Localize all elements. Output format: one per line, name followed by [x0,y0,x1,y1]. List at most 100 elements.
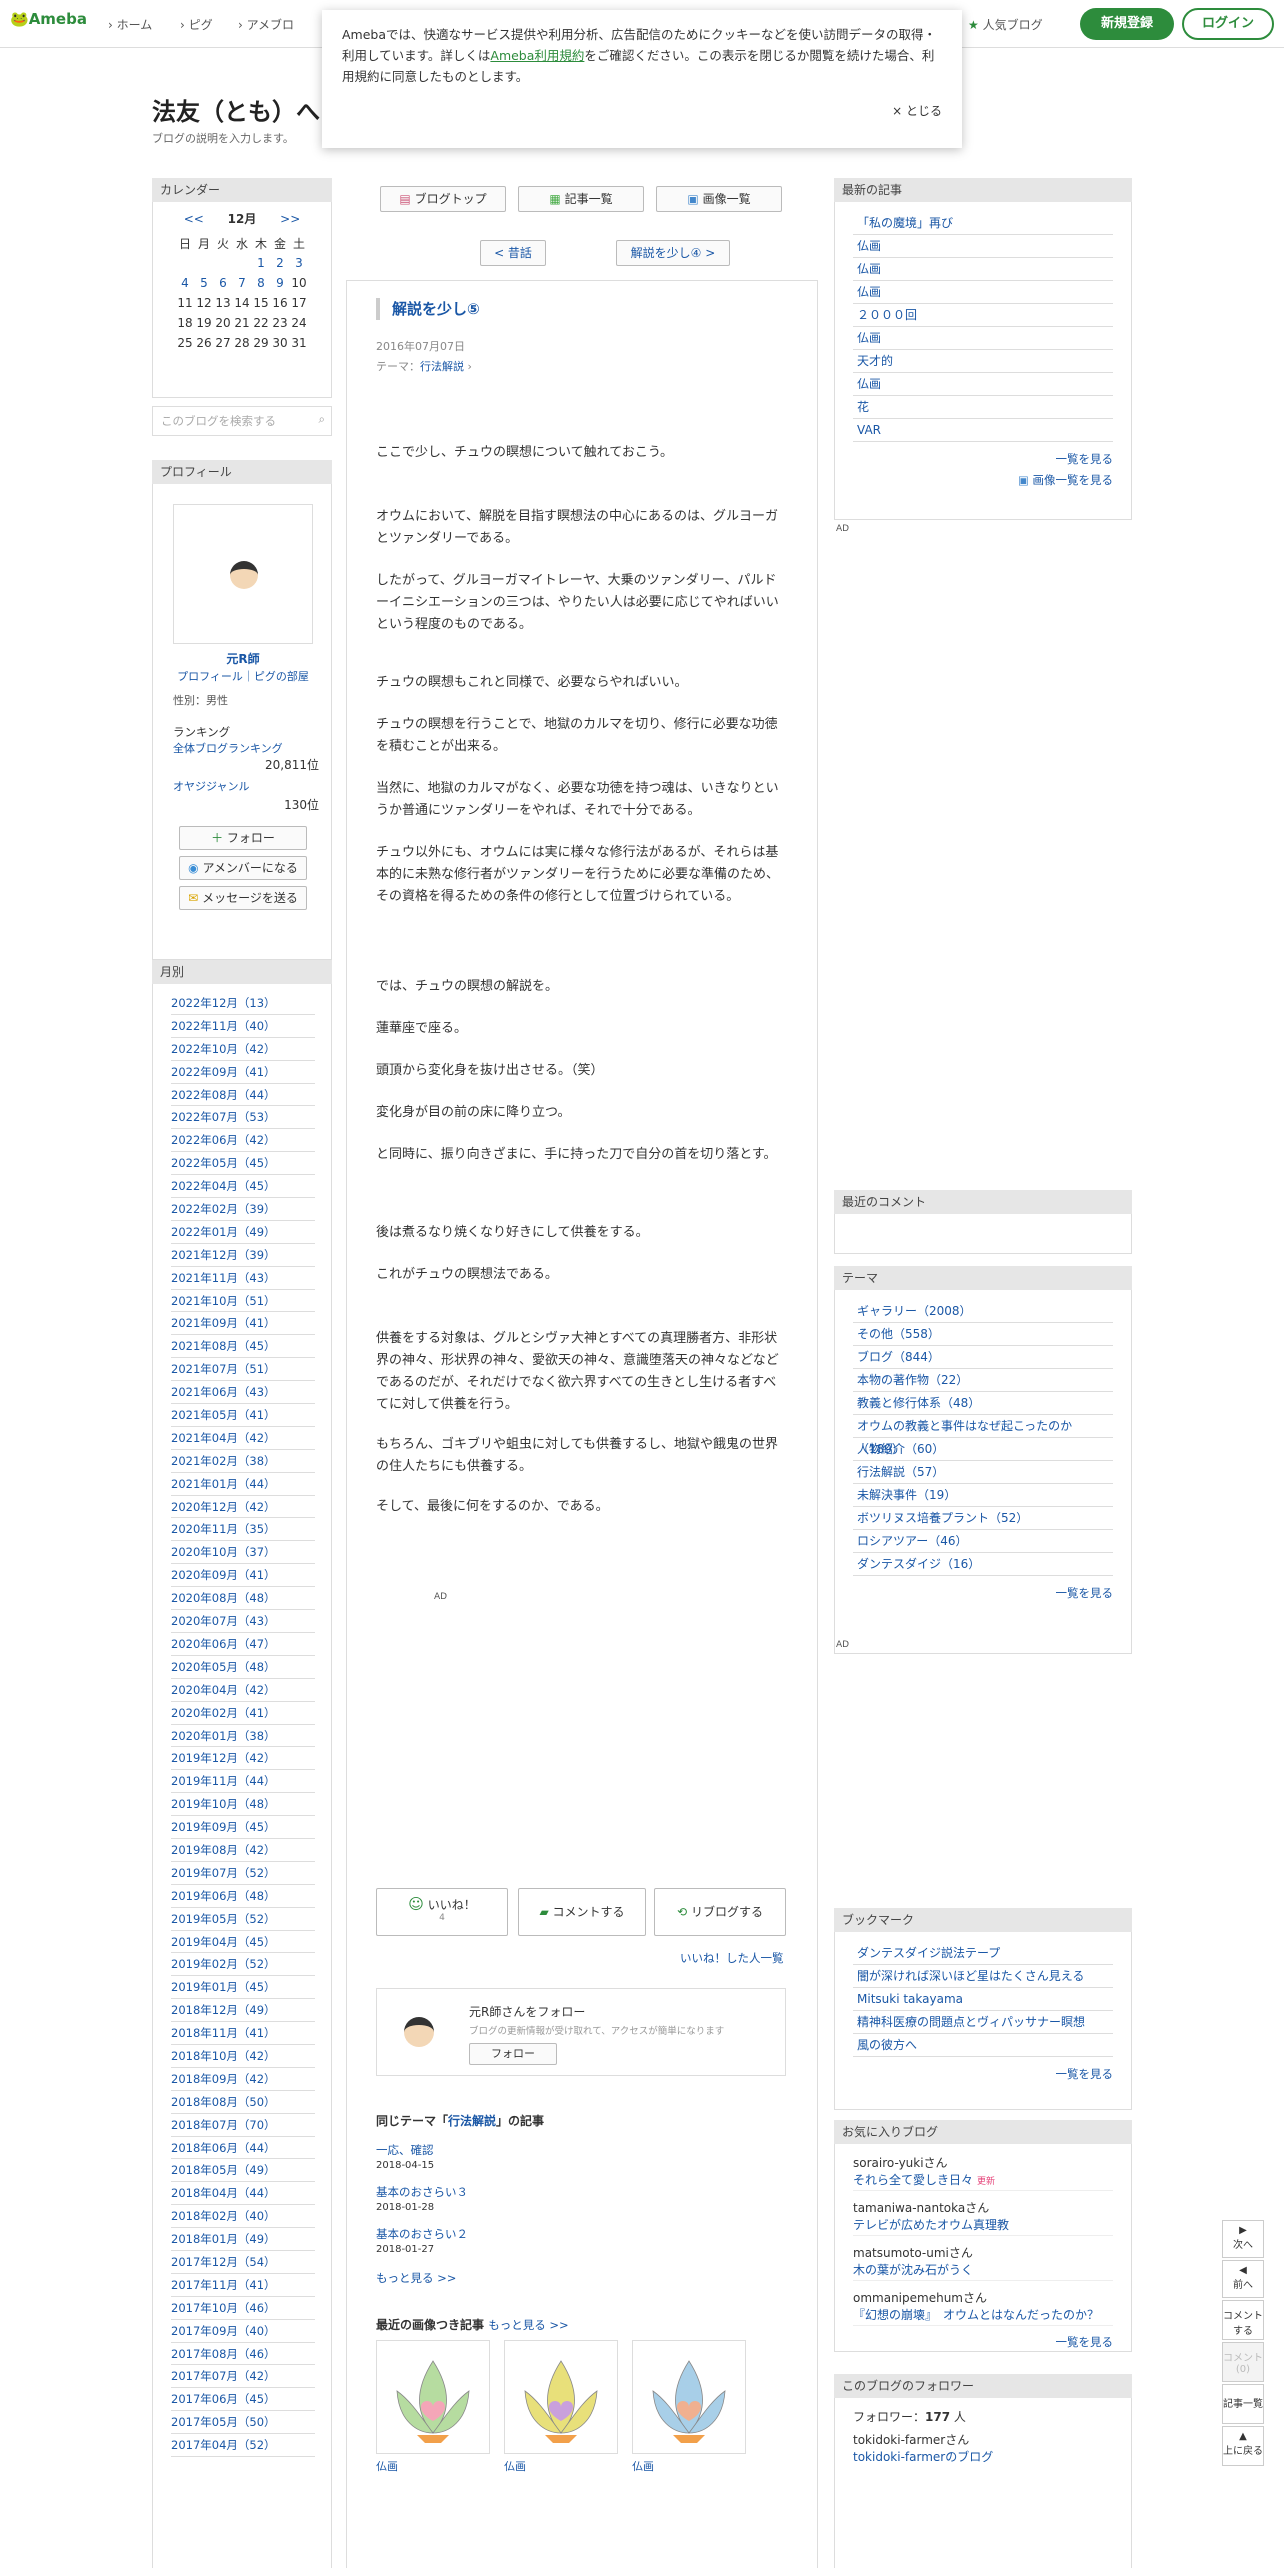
same-theme-article[interactable]: 一応、確認 [376,2142,434,2158]
nav-popular-blog[interactable]: ★ 人気ブログ [968,16,1043,33]
themes-item[interactable]: ブログ（844） [853,1346,1113,1369]
bookmarks-item[interactable]: ダンテスダイジ説法テープ [853,1942,1113,1965]
register-button[interactable]: 新規登録 [1080,8,1174,40]
recent-item[interactable]: ２０００回 [853,304,1113,327]
themes-item[interactable]: ボツリヌス培養プラント（52） [853,1507,1113,1530]
amember-button[interactable]: ◉ アメンバーになる [179,856,307,880]
month-archive-link[interactable]: 2019年12月（42） [171,1747,315,1771]
month-archive-link[interactable]: 2022年07月（53） [171,1106,315,1130]
recent-image-label[interactable]: 仏画 [504,2458,526,2474]
month-archive-link[interactable]: 2021年11月（43） [171,1267,315,1290]
month-archive-link[interactable]: 2017年09月（40） [171,2320,315,2343]
month-archive-link[interactable]: 2021年04月（42） [171,1427,315,1450]
themes-item[interactable]: 本物の著作物（22） [853,1369,1113,1392]
bookmarks-item[interactable]: 風の彼方へ [853,2034,1113,2057]
themes-item[interactable]: 人物紹介（60） [853,1438,1113,1461]
recent-item[interactable]: 仏画 [853,373,1113,396]
fav-blog-link[interactable]: それら全て愛しき日々 [853,2173,973,2187]
month-archive-link[interactable]: 2022年08月（44） [171,1084,315,1107]
same-theme-article[interactable]: 基本のおさらい２ [376,2226,468,2242]
same-theme-link[interactable]: 行法解説 [448,2114,496,2128]
themes-item[interactable]: 教義と修行体系（48） [853,1392,1113,1415]
profile-avatar[interactable] [173,504,313,644]
month-archive-link[interactable]: 2017年10月（46） [171,2297,315,2320]
month-archive-link[interactable]: 2022年04月（45） [171,1175,315,1199]
month-archive-link[interactable]: 2022年09月（41） [171,1061,315,1084]
search-icon[interactable]: ⌕ [319,412,325,427]
calendar-prev[interactable]: << [184,212,204,226]
themes-item[interactable]: 未解決事件（19） [853,1484,1113,1507]
themes-item[interactable]: その他（558） [853,1323,1113,1346]
month-archive-link[interactable]: 2018年04月（44） [171,2182,315,2206]
month-archive-link[interactable]: 2022年01月（49） [171,1221,315,1244]
month-archive-link[interactable]: 2018年08月（50） [171,2091,315,2114]
calendar-day[interactable]: 8 [257,276,265,290]
same-theme-article[interactable]: 基本のおさらい３ [376,2184,468,2200]
recent-image-label[interactable]: 仏画 [632,2458,654,2474]
month-archive-link[interactable]: 2021年09月（41） [171,1312,315,1336]
month-archive-link[interactable]: 2022年11月（40） [171,1015,315,1038]
month-archive-link[interactable]: 2019年08月（42） [171,1839,315,1862]
follower-blog-link[interactable]: tokidoki-farmerのブログ [853,2450,993,2464]
month-archive-link[interactable]: 2018年11月（41） [171,2022,315,2045]
recent-item[interactable]: 仏画 [853,235,1113,258]
message-button[interactable]: ✉ メッセージを送る [179,886,307,910]
article-list-button[interactable]: ▦ 記事一覧 [518,186,644,212]
recent-item[interactable]: 仏画 [853,258,1113,281]
login-button[interactable]: ログイン [1182,8,1274,40]
month-archive-link[interactable]: 2018年02月（40） [171,2205,315,2229]
same-theme-more[interactable]: もっと見る >> [376,2270,456,2286]
nav-pigg[interactable]: › ピグ [180,16,213,33]
month-archive-link[interactable]: 2020年09月（41） [171,1564,315,1588]
month-archive-link[interactable]: 2022年06月（42） [171,1129,315,1153]
themes-more-link[interactable]: 一覧を見る [853,1582,1114,1605]
comment-button[interactable]: ▰ コメントする [518,1888,646,1936]
month-archive-link[interactable]: 2022年12月（13） [171,992,315,1015]
fav-blog-link[interactable]: 『幻想の崩壊』 オウムとはなんだったのか？ [853,2308,1099,2322]
themes-item[interactable]: ダンテスダイジ（16） [853,1553,1113,1576]
month-archive-link[interactable]: 2019年11月（44） [171,1770,315,1794]
month-archive-link[interactable]: 2017年07月（42） [171,2365,315,2389]
month-archive-link[interactable]: 2018年06月（44） [171,2137,315,2160]
month-archive-link[interactable]: 2020年05月（48） [171,1656,315,1679]
nav-ameblo[interactable]: › アメブロ [238,16,294,33]
month-archive-link[interactable]: 2019年10月（48） [171,1793,315,1817]
blog-search-input[interactable]: このブログを検索する ⌕ [152,406,332,436]
month-archive-link[interactable]: 2017年08月（46） [171,2343,315,2366]
recent-image-thumb[interactable] [376,2340,490,2454]
month-archive-link[interactable]: 2020年12月（42） [171,1496,315,1519]
fav-blog-link[interactable]: 木の葉が沈み石がうく [853,2263,973,2277]
month-archive-link[interactable]: 2018年12月（49） [171,1999,315,2023]
month-archive-link[interactable]: 2019年07月（52） [171,1862,315,1885]
month-archive-link[interactable]: 2019年09月（45） [171,1816,315,1839]
month-archive-link[interactable]: 2019年01月（45） [171,1976,315,2000]
profile-name[interactable]: 元R師 [226,652,259,666]
month-archive-link[interactable]: 2018年07月（70） [171,2114,315,2137]
calendar-day[interactable]: 6 [219,276,227,290]
recent-image-thumb[interactable] [504,2340,618,2454]
month-archive-link[interactable]: 2020年11月（35） [171,1518,315,1542]
recent-image-label[interactable]: 仏画 [376,2458,398,2474]
month-archive-link[interactable]: 2019年04月（45） [171,1931,315,1954]
month-archive-link[interactable]: 2020年07月（43） [171,1610,315,1633]
month-archive-link[interactable]: 2020年01月（38） [171,1725,315,1748]
recent-item[interactable]: 仏画 [853,327,1113,350]
month-archive-link[interactable]: 2020年08月（48） [171,1587,315,1611]
calendar-day[interactable]: 9 [276,276,284,290]
float-next-button[interactable]: ▶ 次へ [1222,2220,1264,2258]
theme-link[interactable]: 行法解説 [420,360,464,373]
float-prev-button[interactable]: ◀ 前へ [1222,2260,1264,2298]
cookie-close-button[interactable]: × とじる [342,101,942,122]
calendar-day[interactable]: 4 [181,276,189,290]
float-comment-button[interactable]: コメントする [1222,2300,1264,2340]
recent-image-thumb[interactable] [632,2340,746,2454]
calendar-day[interactable]: 1 [257,256,265,270]
bookmarks-more-link[interactable]: 一覧を見る [853,2063,1114,2086]
month-archive-link[interactable]: 2017年11月（41） [171,2274,315,2297]
blog-title[interactable]: 法友（とも）へ [152,92,320,127]
bookmarks-item[interactable]: 闇が深ければ深いほど星はたくさん見える [853,1965,1113,1988]
recent-item[interactable]: 「私の魔境」再び [853,212,1113,235]
image-list-button[interactable]: ▣ 画像一覧 [656,186,782,212]
follow-card-button[interactable]: フォロー [469,2043,557,2065]
prev-article-button[interactable]: < 昔話 [480,240,546,266]
